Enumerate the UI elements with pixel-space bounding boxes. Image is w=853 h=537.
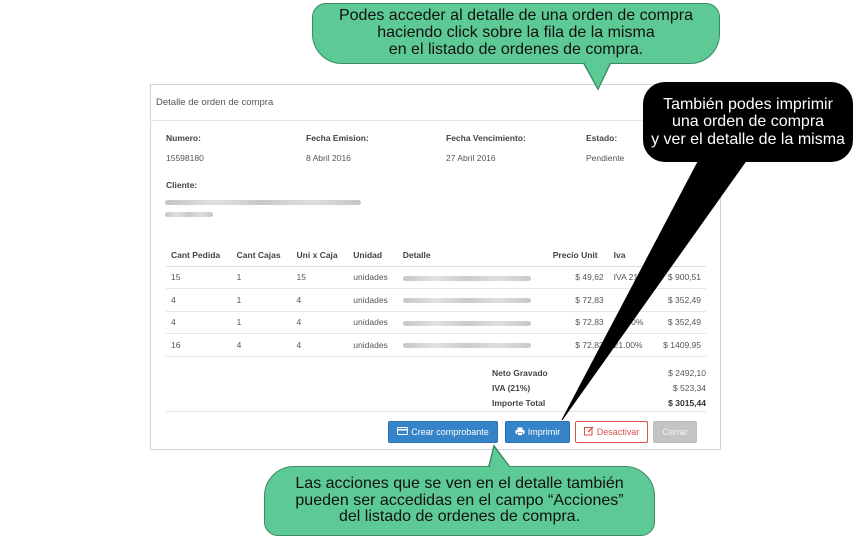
bottom-pointer-cover bbox=[490, 448, 510, 468]
